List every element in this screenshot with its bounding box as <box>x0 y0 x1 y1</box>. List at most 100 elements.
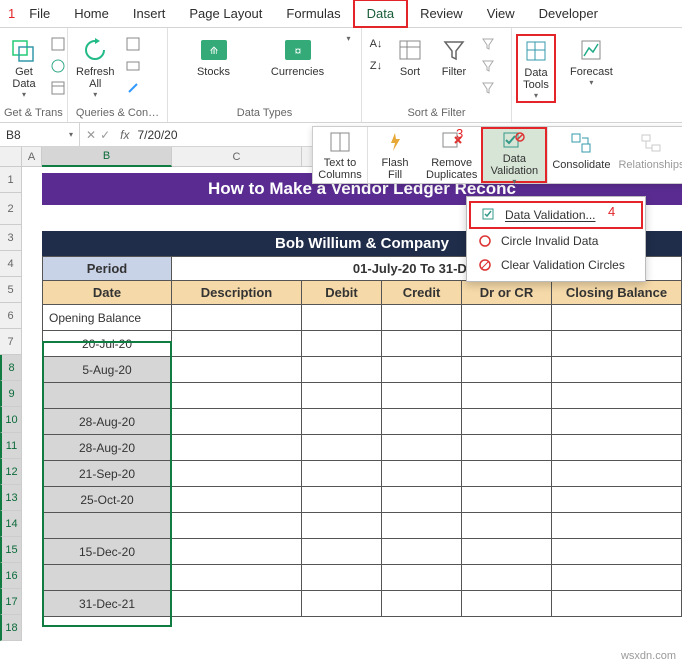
relationships-button[interactable]: Relationships <box>614 127 682 183</box>
cell[interactable] <box>462 305 552 331</box>
row-header[interactable]: 11 <box>0 433 22 459</box>
properties-button[interactable] <box>123 56 143 76</box>
row-header[interactable]: 2 <box>0 193 22 225</box>
cell[interactable] <box>302 461 382 487</box>
cell[interactable] <box>462 487 552 513</box>
flash-fill-button[interactable]: Flash Fill <box>368 127 422 183</box>
cell[interactable] <box>382 461 462 487</box>
opening-balance[interactable]: Opening Balance <box>42 305 172 331</box>
remove-duplicates-button[interactable]: Remove Duplicates <box>422 127 481 183</box>
cell[interactable] <box>462 513 552 539</box>
cell[interactable] <box>382 331 462 357</box>
row-header[interactable]: 17 <box>0 589 22 615</box>
name-box[interactable]: B8 ▾ <box>0 123 80 146</box>
row-header[interactable]: 12 <box>0 459 22 485</box>
cell[interactable] <box>552 487 682 513</box>
text-to-columns-button[interactable]: Text to Columns <box>313 127 367 183</box>
from-table-button[interactable] <box>48 78 68 98</box>
tab-file[interactable]: File <box>17 1 62 26</box>
date-cell[interactable] <box>42 513 172 539</box>
cell[interactable] <box>172 565 302 591</box>
cell[interactable] <box>172 539 302 565</box>
chevron-down-icon[interactable]: ▾ <box>346 34 350 43</box>
date-cell[interactable]: 28-Aug-20 <box>42 409 172 435</box>
cell[interactable] <box>552 383 682 409</box>
cell[interactable] <box>302 435 382 461</box>
clear-filter-button[interactable] <box>478 34 498 54</box>
menu-clear-circles[interactable]: Clear Validation Circles <box>467 253 645 277</box>
cell[interactable] <box>552 591 682 617</box>
tab-formulas[interactable]: Formulas <box>274 1 352 26</box>
cell[interactable] <box>462 409 552 435</box>
cancel-icon[interactable]: ✕ <box>86 128 96 142</box>
tab-view[interactable]: View <box>475 1 527 26</box>
row-header[interactable]: 8 <box>0 355 22 381</box>
row-header[interactable]: 5 <box>0 277 22 303</box>
cell[interactable] <box>172 435 302 461</box>
tab-home[interactable]: Home <box>62 1 121 26</box>
cell[interactable] <box>382 487 462 513</box>
cell[interactable] <box>552 565 682 591</box>
cell[interactable] <box>552 409 682 435</box>
cell[interactable] <box>382 565 462 591</box>
menu-circle-invalid[interactable]: Circle Invalid Data <box>467 229 645 253</box>
row-header[interactable]: 15 <box>0 537 22 563</box>
date-cell[interactable]: 28-Aug-20 <box>42 435 172 461</box>
data-validation-button[interactable]: Data Validation ▾ <box>481 127 547 183</box>
cell[interactable] <box>552 305 682 331</box>
cell[interactable] <box>302 409 382 435</box>
date-cell[interactable]: 31-Dec-21 <box>42 591 172 617</box>
advanced-button[interactable] <box>478 78 498 98</box>
currencies-button[interactable]: ¤ Currencies <box>262 34 332 80</box>
cell[interactable] <box>302 357 382 383</box>
cell[interactable] <box>172 383 302 409</box>
cell[interactable] <box>382 513 462 539</box>
select-all-button[interactable] <box>0 147 22 167</box>
sort-desc-button[interactable]: Z↓ <box>366 56 386 76</box>
cell[interactable] <box>302 487 382 513</box>
cell[interactable] <box>462 383 552 409</box>
row-header[interactable]: 7 <box>0 329 22 355</box>
edit-links-button[interactable] <box>123 78 143 98</box>
cell[interactable] <box>462 357 552 383</box>
row-header[interactable]: 18 <box>0 615 22 641</box>
cell[interactable] <box>302 591 382 617</box>
column-header[interactable]: A <box>22 147 42 167</box>
cell[interactable] <box>552 461 682 487</box>
cell[interactable] <box>172 487 302 513</box>
tab-review[interactable]: Review <box>408 1 475 26</box>
date-cell[interactable]: 15-Dec-20 <box>42 539 172 565</box>
cell[interactable] <box>552 357 682 383</box>
tab-developer[interactable]: Developer <box>527 1 610 26</box>
cell[interactable] <box>302 305 382 331</box>
cell[interactable] <box>552 435 682 461</box>
cell[interactable] <box>382 409 462 435</box>
row-header[interactable]: 14 <box>0 511 22 537</box>
fx-icon[interactable]: fx <box>116 128 133 142</box>
date-cell[interactable]: 21-Sep-20 <box>42 461 172 487</box>
get-data-button[interactable]: Get Data ▾ <box>4 34 44 101</box>
cell[interactable] <box>172 513 302 539</box>
filter-button[interactable]: Filter <box>434 34 474 80</box>
consolidate-button[interactable]: Consolidate <box>548 127 614 183</box>
row-header[interactable]: 16 <box>0 563 22 589</box>
row-header[interactable]: 10 <box>0 407 22 433</box>
from-web-button[interactable] <box>48 56 68 76</box>
cell[interactable] <box>302 513 382 539</box>
cell[interactable] <box>552 331 682 357</box>
cell[interactable] <box>302 539 382 565</box>
cell[interactable] <box>462 591 552 617</box>
enter-icon[interactable]: ✓ <box>100 128 110 142</box>
queries-button[interactable] <box>123 34 143 54</box>
date-cell[interactable]: 20-Jul-20 <box>42 331 172 357</box>
cell[interactable] <box>462 539 552 565</box>
cell[interactable] <box>172 591 302 617</box>
stocks-button[interactable]: ⟰ Stocks <box>178 34 248 80</box>
cell[interactable] <box>552 513 682 539</box>
row-header[interactable]: 6 <box>0 303 22 329</box>
cell[interactable] <box>382 591 462 617</box>
tab-page-layout[interactable]: Page Layout <box>177 1 274 26</box>
from-text-button[interactable] <box>48 34 68 54</box>
data-tools-button[interactable]: Data Tools ▾ <box>516 34 556 103</box>
date-cell[interactable]: 5-Aug-20 <box>42 357 172 383</box>
